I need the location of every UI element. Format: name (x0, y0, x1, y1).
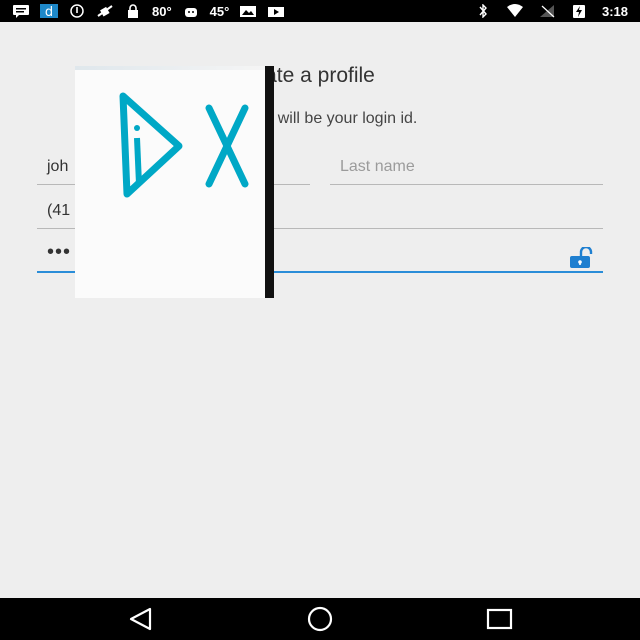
last-name-field[interactable]: Last name (330, 156, 603, 185)
password-value: ••• (47, 241, 72, 263)
wifi-icon (506, 4, 523, 17)
overlay-divider (265, 66, 274, 298)
back-icon[interactable] (126, 606, 156, 632)
last-name-placeholder: Last name (340, 158, 415, 175)
android-icon (184, 8, 197, 17)
app-d-icon: d (40, 4, 58, 18)
app-logo-icon (119, 92, 249, 198)
no-signal-icon (97, 5, 113, 17)
temperature-1: 80° (152, 3, 172, 19)
unlock-icon[interactable] (569, 247, 595, 269)
navigation-bar (0, 598, 640, 640)
first-name-value: joh (47, 158, 69, 175)
svg-text:d: d (45, 5, 53, 18)
recents-icon[interactable] (485, 606, 515, 632)
info-icon (70, 4, 84, 18)
lock-icon (128, 4, 138, 18)
status-bar: d 80° 45° 3:18 (0, 0, 640, 22)
overlay-top-edge (75, 66, 265, 70)
photo-icon (240, 6, 257, 17)
message-icon (13, 5, 29, 18)
temperature-2: 45° (209, 3, 230, 19)
overlay-image (75, 66, 265, 298)
home-icon[interactable] (305, 606, 335, 632)
video-icon (268, 7, 285, 17)
clock: 3:18 (601, 3, 628, 19)
battery-charging-icon (572, 5, 585, 18)
signal-off-icon (539, 5, 555, 18)
bluetooth-icon (479, 4, 487, 18)
phone-value: (41 (47, 202, 71, 219)
